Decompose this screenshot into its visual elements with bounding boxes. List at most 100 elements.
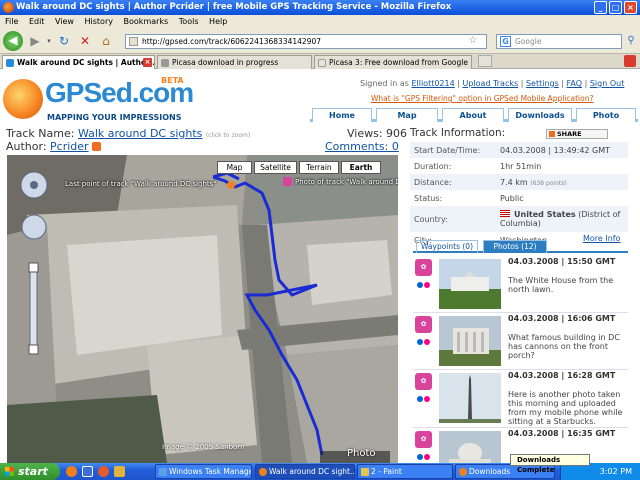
table-row: Distance: 7.4 km (638 points) <box>410 174 628 190</box>
flickr-icon[interactable] <box>417 454 431 460</box>
history-dropdown-icon[interactable]: ▾ <box>45 32 53 50</box>
search-magnifier-icon[interactable]: ⚲ <box>624 32 638 50</box>
table-row: Start Date/Time: 04.03.2008 | 13:49:42 GM… <box>410 142 628 158</box>
upload-tracks-link[interactable]: Upload Tracks <box>462 79 518 88</box>
gpsed-logo[interactable]: GPSed.com BETA MAPPING YOUR IMPRESSIONS <box>3 75 208 125</box>
back-arrow-icon[interactable]: ◀ <box>3 31 23 51</box>
track-info-table: Start Date/Time: 04.03.2008 | 13:49:42 GM… <box>410 142 628 248</box>
flickr-icon[interactable] <box>417 282 431 288</box>
url-bar[interactable]: http://gpsed.com/track/60622413683341429… <box>125 34 487 49</box>
map-type-satellite[interactable]: Satellite <box>254 161 297 174</box>
sign-out-link[interactable]: Sign Out <box>590 79 625 88</box>
maximize-button[interactable]: □ <box>609 1 622 14</box>
nav-map[interactable]: Map <box>376 108 438 122</box>
tab-picasa-google[interactable]: Picasa 3: Free download from Google <box>314 55 472 69</box>
photo-thumbnail[interactable] <box>439 373 501 423</box>
stop-icon[interactable]: ✕ <box>77 32 93 50</box>
faq-link[interactable]: FAQ <box>567 79 583 88</box>
comments-link[interactable]: Comments: 0 <box>325 140 399 153</box>
table-row: Country: United States (District of Colum… <box>410 206 628 232</box>
taskbar-task-manager[interactable]: Windows Task Manager <box>155 464 252 479</box>
close-tab-icon[interactable] <box>624 55 636 67</box>
tab-waypoints[interactable]: Waypoints (0) <box>416 240 478 253</box>
us-flag-icon <box>500 210 510 217</box>
taskbar-paint[interactable]: 2 - Paint <box>357 464 453 479</box>
search-input[interactable]: G Google <box>496 34 622 49</box>
nav-photo[interactable]: Photo <box>576 108 636 122</box>
task-manager-icon <box>159 468 167 476</box>
tab-strip: Walk around DC sights | Author ... × Pica… <box>0 54 640 69</box>
list-item[interactable]: ✿ 04.03.2008 | 15:50 GMT The White House… <box>413 256 628 313</box>
menu-help[interactable]: Help <box>209 17 227 26</box>
menu-file[interactable]: File <box>5 17 18 26</box>
tab-gpsed[interactable]: Walk around DC sights | Author ... × <box>2 55 155 69</box>
signed-in-label: Signed in as <box>360 79 409 88</box>
downloads-complete-notification[interactable]: Downloads Complete <box>510 454 590 474</box>
firefox-quicklaunch-icon[interactable] <box>66 466 77 477</box>
imagery-credit: Image © 2009 Sanborn <box>162 443 245 451</box>
photo-point-label: Photo of track "Walk around DC <box>295 178 398 186</box>
zoom-in-icon[interactable] <box>29 263 39 273</box>
views-value: 906 <box>386 127 408 140</box>
forward-arrow-icon[interactable]: ▶ <box>26 32 44 50</box>
photo-thumbnail[interactable] <box>439 259 501 309</box>
settings-link[interactable]: Settings <box>526 79 559 88</box>
photo-date: 04.03.2008 | 15:50 GMT <box>508 257 616 266</box>
media-quicklaunch-icon[interactable] <box>98 466 109 477</box>
photo-thumbnail[interactable] <box>439 316 501 366</box>
flickr-icon[interactable] <box>417 396 431 402</box>
map-type-terrain[interactable]: Terrain <box>299 161 339 174</box>
desktop-quicklaunch-icon[interactable] <box>82 466 93 477</box>
info-key: Start Date/Time: <box>410 142 496 158</box>
tab-label: Picasa download in progress <box>172 58 279 67</box>
menu-bookmarks[interactable]: Bookmarks <box>124 17 169 26</box>
photo-caption: The White House from the north lawn. <box>508 276 614 294</box>
table-row: Duration: 1hr 51min <box>410 158 628 174</box>
gps-filtering-faq-link[interactable]: What is "GPS Filtering" option in GPSed … <box>371 94 593 103</box>
menu-edit[interactable]: Edit <box>29 17 45 26</box>
page-icon <box>129 37 138 46</box>
table-row: Status: Public <box>410 190 628 206</box>
zoom-out-icon[interactable] <box>29 345 39 355</box>
map-type-earth[interactable]: Earth <box>341 161 381 174</box>
track-name-link[interactable]: Walk around DC sights <box>78 127 202 140</box>
bookmark-star-icon[interactable]: ☆ <box>467 32 479 50</box>
look-control-icon[interactable] <box>16 171 52 199</box>
close-tab-icon[interactable]: × <box>143 58 152 67</box>
username-link[interactable]: Elliott0214 <box>411 79 454 88</box>
explorer-quicklaunch-icon[interactable] <box>114 466 125 477</box>
photo-date: 04.03.2008 | 16:35 GMT <box>508 429 616 438</box>
info-key: Distance: <box>410 174 496 190</box>
flickr-icon[interactable] <box>417 339 431 345</box>
share-button[interactable]: SHARE <box>546 129 608 139</box>
tab-photos[interactable]: Photos (12) <box>483 240 547 253</box>
tab-picasa-download[interactable]: Picasa download in progress <box>157 55 312 69</box>
menu-tools[interactable]: Tools <box>179 17 199 26</box>
photo-thumbnail[interactable] <box>439 431 501 463</box>
start-button[interactable]: start <box>0 463 60 480</box>
pan-control-icon[interactable] <box>19 213 49 241</box>
reload-icon[interactable]: ↻ <box>56 32 72 50</box>
menu-history[interactable]: History <box>85 17 113 26</box>
author-link[interactable]: Pcrider <box>50 140 89 153</box>
close-button[interactable]: × <box>624 1 637 14</box>
views-count: Views: 906 <box>347 127 407 140</box>
map-view[interactable]: Map Satellite Terrain Earth Last point o… <box>7 155 398 463</box>
photo-list: ✿ 04.03.2008 | 15:50 GMT The White House… <box>413 256 628 463</box>
map-type-map[interactable]: Map <box>217 161 252 174</box>
list-item[interactable]: ✿ 04.03.2008 | 16:28 GMT Here is another… <box>413 370 628 428</box>
nav-about[interactable]: About <box>442 108 504 122</box>
minimize-button[interactable]: _ <box>594 1 607 14</box>
window-titlebar: Walk around DC sights | Author Pcrider |… <box>0 0 640 15</box>
nav-downloads[interactable]: Downloads <box>508 108 572 122</box>
menu-view[interactable]: View <box>55 17 74 26</box>
taskbar-firefox[interactable]: Walk around DC sight... <box>255 464 355 479</box>
new-tab-button[interactable] <box>478 55 492 67</box>
list-item[interactable]: ✿ 04.03.2008 | 16:06 GMT What famous bui… <box>413 313 628 370</box>
rss-icon[interactable] <box>91 142 101 151</box>
nav-home[interactable]: Home <box>312 108 372 122</box>
site-navigation: Home Map About Downloads Photo <box>310 108 638 122</box>
home-icon[interactable]: ⌂ <box>98 32 114 50</box>
last-point-label: Last point of track "Walk around DC sigh… <box>65 180 217 188</box>
zoom-hint: (click to zoom) <box>205 132 251 139</box>
